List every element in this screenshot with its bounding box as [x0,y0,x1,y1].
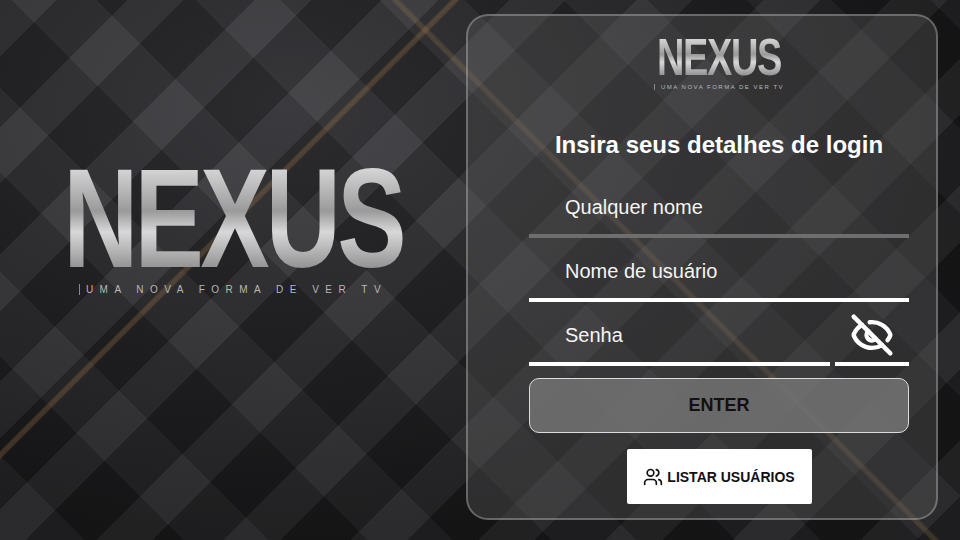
panel-logo: NEXUS UMA NOVA FORMA DE VER TV [653,28,785,106]
login-screen: NEXUS UMA NOVA FORMA DE VER TVNEXUS UMA NO… [0,0,960,540]
list-users-button[interactable]: LISTAR USUÁRIOS [627,449,812,504]
password-row: Senha [529,308,909,366]
text-field[interactable]: Qualquer nome [529,180,909,238]
toggle-password-button[interactable] [835,308,909,366]
users-list-icon [643,467,663,487]
eye-off-icon [850,313,894,357]
field-placeholder: Qualquer nome [565,196,703,219]
login-fields: Qualquer nome Nome de usuário Senha [529,180,909,366]
enter-button[interactable]: ENTER [529,378,909,433]
login-heading: Insira seus detalhes de login [555,130,883,160]
text-field[interactable]: Nome de usuário [529,244,909,302]
brand-logo: NEXUS [59,147,407,287]
login-panel: NEXUS UMA NOVA FORMA DE VER TV Insira seus… [466,14,938,520]
panel-tagline: UMA NOVA FORMA DE VER TV [654,84,784,90]
panel-logo-text: NEXUS [653,31,785,82]
password-field[interactable]: Senha [529,308,830,366]
brand-area: NEXUSUMA NOVA FORMA DE VER TV [0,0,466,540]
field-placeholder: Nome de usuário [565,260,717,283]
field-placeholder: Senha [565,324,623,347]
